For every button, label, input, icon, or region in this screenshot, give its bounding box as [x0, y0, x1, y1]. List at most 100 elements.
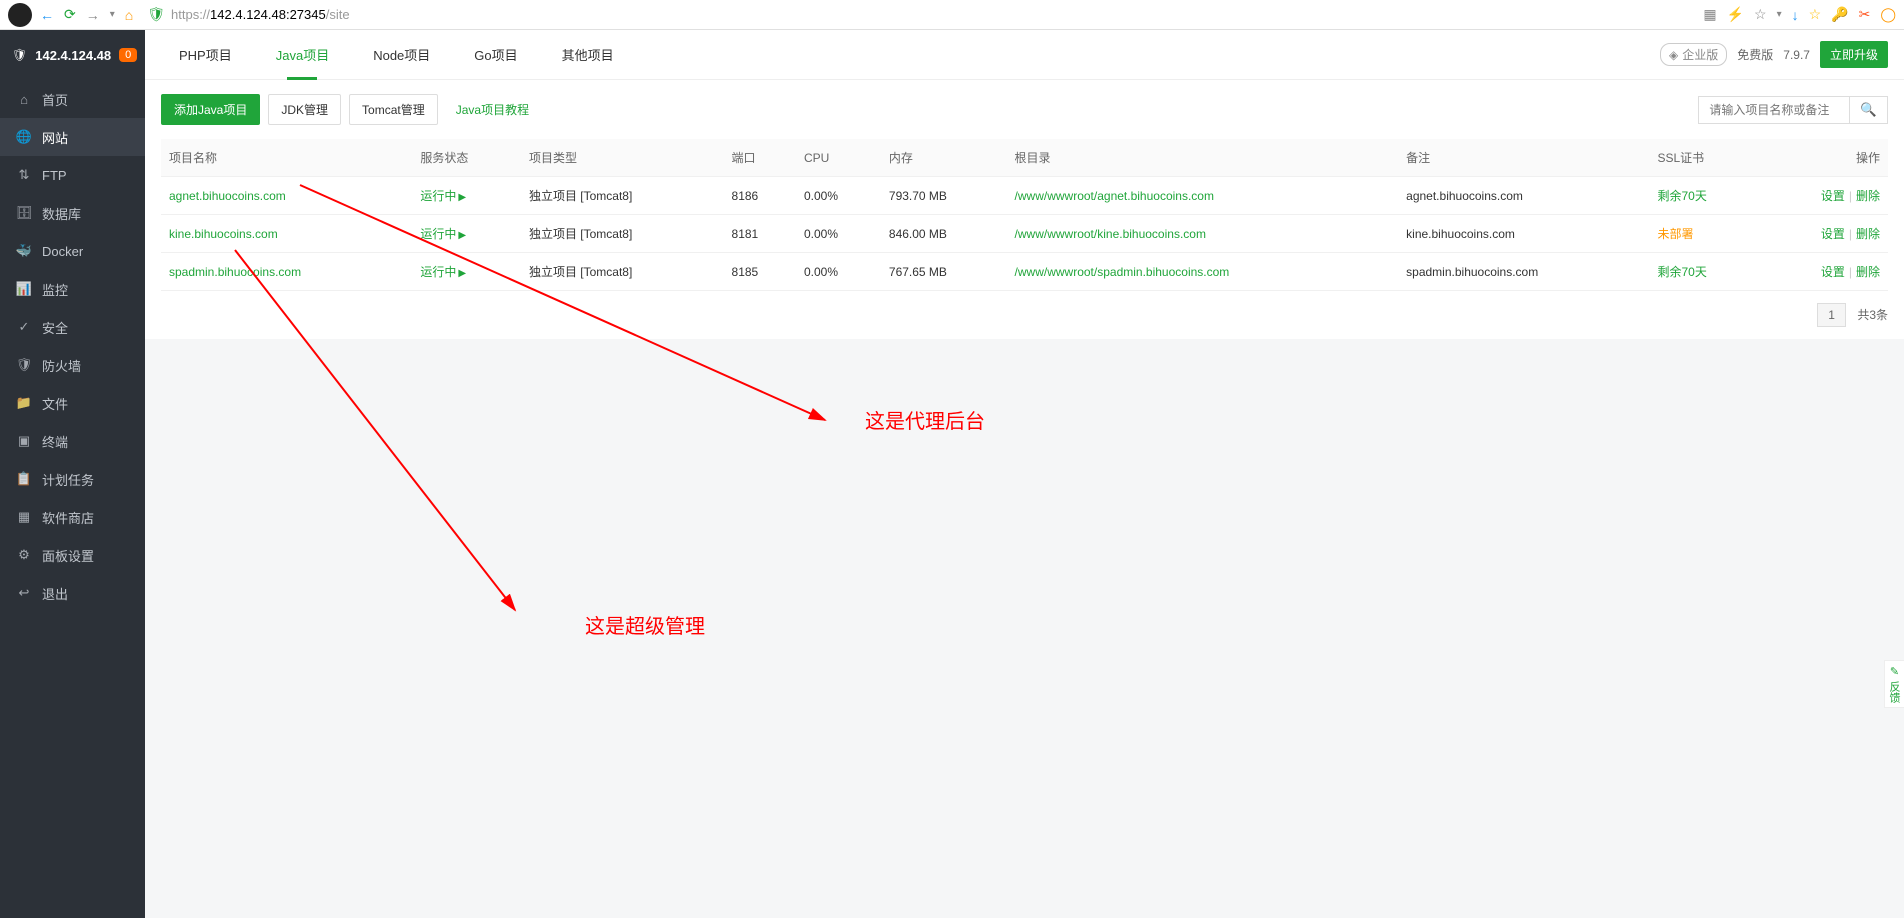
th-note: 备注 [1398, 139, 1649, 177]
tab-4[interactable]: 其他项目 [544, 30, 632, 80]
sidebar-item-docker[interactable]: 🐳 Docker [0, 232, 145, 270]
note-cell: spadmin.bihuocoins.com [1398, 253, 1649, 291]
sidebar-item-label: 计划任务 [42, 470, 94, 489]
settings-link[interactable]: 设置 [1821, 189, 1845, 203]
delete-link[interactable]: 删除 [1856, 189, 1880, 203]
play-icon: ▶ [458, 268, 466, 279]
browser-right-icons: ▦ ⚡ ☆ ▾ ↓ ☆ 🔑 ✂ ◯ [1703, 6, 1896, 23]
sidebar-item-store[interactable]: ▦软件商店 [0, 498, 145, 536]
forward-icon[interactable]: → [86, 7, 100, 23]
root-link[interactable]: /www/wwwroot/spadmin.bihuocoins.com [1015, 265, 1230, 279]
tab-3[interactable]: Go项目 [456, 30, 535, 80]
annotation-1: 这是代理后台 [865, 405, 985, 434]
project-name-link[interactable]: agnet.bihuocoins.com [169, 189, 286, 203]
settings-link[interactable]: 设置 [1821, 227, 1845, 241]
port-cell: 8186 [724, 177, 796, 215]
delete-link[interactable]: 删除 [1856, 265, 1880, 279]
sidebar-header: 🛡 142.4.124.48 0 [0, 30, 145, 80]
note-cell: agnet.bihuocoins.com [1398, 177, 1649, 215]
globe-icon: 🌐 [16, 129, 32, 145]
sidebar-item-task[interactable]: 📋计划任务 [0, 460, 145, 498]
sidebar-item-db[interactable]: 🗄数据库 [0, 194, 145, 232]
play-icon: ▶ [458, 192, 466, 203]
ssl-cell[interactable]: 剩余70天 [1657, 189, 1706, 203]
ssl-cell[interactable]: 未部署 [1657, 227, 1693, 241]
key-icon[interactable]: 🔑 [1831, 6, 1848, 23]
dropdown-icon[interactable]: ▾ [110, 9, 115, 20]
project-name-link[interactable]: spadmin.bihuocoins.com [169, 265, 301, 279]
address-bar[interactable]: 🛡 https://142.4.124.48:27345/site [147, 6, 1695, 23]
profile-avatar[interactable] [8, 3, 32, 27]
mem-cell: 846.00 MB [881, 215, 1007, 253]
sidebar-item-gear[interactable]: ⚙面板设置 [0, 536, 145, 574]
sidebar-item-label: 终端 [42, 432, 68, 451]
search-button[interactable]: 🔍 [1849, 97, 1887, 123]
status-cell[interactable]: 运行中▶ [420, 189, 466, 203]
notification-badge[interactable]: 0 [119, 48, 137, 62]
scissors-icon[interactable]: ✂ [1859, 6, 1871, 23]
free-label: 免费版 [1737, 46, 1773, 63]
tab-1[interactable]: Java项目 [258, 30, 347, 80]
port-cell: 8181 [724, 215, 796, 253]
sidebar-item-fire[interactable]: 🛡防火墙 [0, 346, 145, 384]
root-link[interactable]: /www/wwwroot/kine.bihuocoins.com [1015, 227, 1206, 241]
status-cell[interactable]: 运行中▶ [420, 227, 466, 241]
root-link[interactable]: /www/wwwroot/agnet.bihuocoins.com [1015, 189, 1214, 203]
fire-icon: 🛡 [16, 357, 32, 373]
jdk-manage-button[interactable]: JDK管理 [268, 94, 341, 125]
tomcat-manage-button[interactable]: Tomcat管理 [349, 94, 438, 125]
upgrade-button[interactable]: 立即升级 [1820, 41, 1888, 68]
refresh-icon[interactable]: ⟳ [64, 6, 76, 23]
shield-icon: ✓ [16, 319, 32, 335]
sidebar-item-shield[interactable]: ✓ 安全 [0, 308, 145, 346]
project-name-link[interactable]: kine.bihuocoins.com [169, 227, 278, 241]
secure-icon: 🛡 [147, 6, 165, 23]
sidebar-item-label: 退出 [42, 584, 68, 603]
th-name: 项目名称 [161, 139, 412, 177]
sidebar-item-terminal[interactable]: ▣终端 [0, 422, 145, 460]
tab-0[interactable]: PHP项目 [161, 30, 250, 80]
sidebar-item-label: Docker [42, 244, 83, 259]
delete-link[interactable]: 删除 [1856, 227, 1880, 241]
add-java-button[interactable]: 添加Java项目 [161, 94, 260, 125]
docker-icon: 🐳 [16, 243, 32, 259]
qr-icon[interactable]: ▦ [1703, 6, 1716, 23]
header-meta: ◈ 企业版 免费版 7.9.7 立即升级 [1660, 41, 1888, 68]
page-total: 共3条 [1857, 308, 1888, 322]
projects-table: 项目名称 服务状态 项目类型 端口 CPU 内存 根目录 备注 SSL证书 操作… [161, 139, 1888, 291]
search-box: 🔍 [1698, 96, 1888, 124]
home-icon[interactable]: ⌂ [125, 7, 133, 23]
sidebar-item-label: 安全 [42, 318, 68, 337]
toolbar: 添加Java项目 JDK管理 Tomcat管理 Java项目教程 🔍 [145, 80, 1904, 139]
th-status: 服务状态 [412, 139, 521, 177]
sidebar-item-label: FTP [42, 168, 67, 183]
bolt-icon[interactable]: ⚡ [1727, 6, 1744, 23]
sidebar-item-folder[interactable]: 📁文件 [0, 384, 145, 422]
diamond-icon: ◈ [1669, 48, 1678, 62]
search-icon: 🔍 [1860, 102, 1877, 117]
circle-icon[interactable]: ◯ [1880, 6, 1896, 23]
sidebar-item-label: 软件商店 [42, 508, 94, 527]
browser-toolbar: ← ⟳ → ▾ ⌂ 🛡 https://142.4.124.48:27345/s… [0, 0, 1904, 30]
feedback-tab[interactable]: ✎ 反馈 [1884, 660, 1904, 708]
sidebar-item-label: 文件 [42, 394, 68, 413]
search-input[interactable] [1699, 97, 1849, 123]
tutorial-link[interactable]: Java项目教程 [456, 101, 529, 118]
tab-2[interactable]: Node项目 [355, 30, 448, 80]
more-icon[interactable]: ▾ [1777, 9, 1782, 20]
settings-link[interactable]: 设置 [1821, 265, 1845, 279]
sidebar-item-label: 监控 [42, 280, 68, 299]
page-number[interactable]: 1 [1817, 303, 1846, 327]
status-cell[interactable]: 运行中▶ [420, 265, 466, 279]
sidebar-item-globe[interactable]: 🌐网站 [0, 118, 145, 156]
sidebar-item-exit[interactable]: ↩退出 [0, 574, 145, 612]
enterprise-badge[interactable]: ◈ 企业版 [1660, 43, 1727, 66]
sidebar-item-monitor[interactable]: 📊监控 [0, 270, 145, 308]
back-icon[interactable]: ← [40, 7, 54, 23]
sidebar-item-ftp[interactable]: ⇅FTP [0, 156, 145, 194]
favorite-icon[interactable]: ☆ [1809, 6, 1822, 23]
sidebar-item-home[interactable]: ⌂首页 [0, 80, 145, 118]
ssl-cell[interactable]: 剩余70天 [1657, 265, 1706, 279]
star-outline-icon[interactable]: ☆ [1754, 6, 1767, 23]
download-icon[interactable]: ↓ [1792, 7, 1799, 23]
